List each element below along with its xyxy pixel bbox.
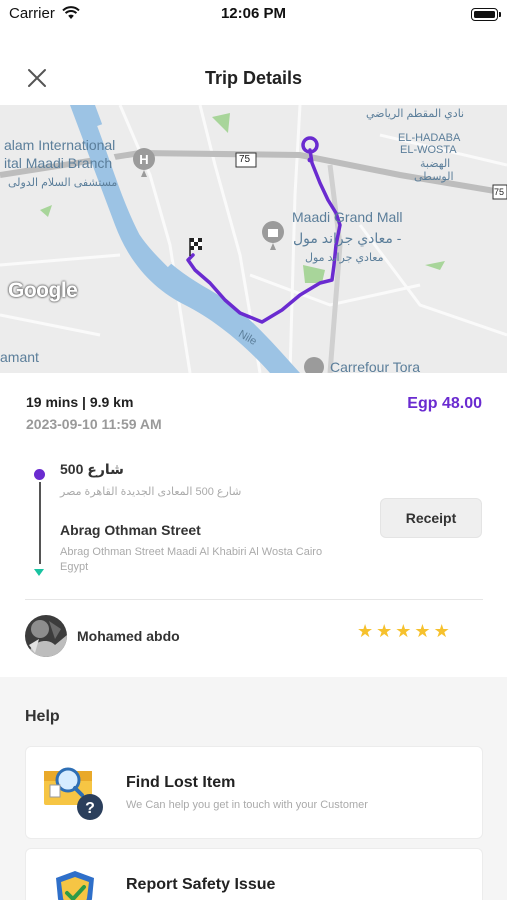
nav-bar: Trip Details [0,52,507,104]
page-title: Trip Details [204,68,303,88]
dropoff-address: Abrag Othman Street Maadi Al Khabiri Al … [60,546,323,573]
svg-text:?: ? [85,800,95,817]
trip-datetime: 2023-09-10 11:59 AM [26,416,162,432]
find-lost-item-title: Find Lost Item [126,774,236,791]
help-section: Help ? Find Lost Item We Can help you ge… [0,677,507,900]
map-label-mall-ar-2: معادي جراند مول [305,252,384,264]
map-label-carrefour: Carrefour Tora [330,359,421,373]
map-label-hadaba-ar: الهضبة [420,158,451,170]
lost-item-icon: ? [44,767,103,820]
map-label-mall-ar: معادي جراند مول - [293,230,402,246]
road-badge-75-east: 75 [494,187,505,197]
dropoff-name: Abrag Othman Street [60,522,201,538]
star-icon: ★ [376,621,393,641]
safety-shield-icon [56,871,94,900]
divider [25,599,483,600]
map-label-amant: amant [0,349,39,365]
pickup-name: شارع 500 [60,461,124,477]
map-label-hospital-branch: ital Maadi Branch [4,155,113,171]
map-label-hospital: alam International [4,137,116,153]
status-time: 12:06 PM [220,5,287,22]
battery-icon [471,8,501,21]
driver-name: Mohamed abdo [77,628,180,644]
receipt-button[interactable]: Receipt [380,498,482,538]
star-icon: ★ [433,621,450,641]
road-badge-75: 75 [239,154,251,165]
driver-rating: ★ ★ ★ ★ ★ [357,621,450,641]
map-label-hospital-ar: مستشفى السلام الدولى [8,177,118,189]
map-label-hadaba: EL-HADABA [398,132,461,144]
dropoff-stop: Abrag Othman Street Abrag Othman Street … [60,522,330,575]
help-title: Help [25,708,60,725]
driver-avatar [25,615,67,657]
map-label-club-ar: نادي المقطم الرياضي [366,108,465,120]
map-label-wosta: EL-WOSTA [400,144,457,156]
trip-map[interactable]: H alam International ital Maadi Branch م… [0,105,507,373]
star-icon: ★ [395,621,412,641]
report-safety-issue-card[interactable]: Report Safety Issue [25,848,483,900]
google-logo: Google [8,279,78,302]
star-icon: ★ [414,621,431,641]
trip-duration-distance: 19 mins | 9.9 km [26,394,134,410]
pickup-dot-icon [34,469,45,480]
dropoff-marker-icon [34,569,44,576]
find-lost-item-card[interactable]: ? Find Lost Item We Can help you get in … [25,746,483,839]
status-bar: Carrier 12:06 PM [0,0,507,30]
pickup-address: شارع 500 المعادى الجديدة القاهرة مصر [60,486,242,498]
report-safety-issue-title: Report Safety Issue [126,876,276,893]
route-connector [39,482,41,564]
star-icon: ★ [357,621,374,641]
trip-price: Egp 48.00 [407,395,482,412]
find-lost-item-subtitle: We Can help you get in touch with your C… [126,799,368,811]
map-label-mall: Maadi Grand Mall [292,209,403,225]
pickup-stop: شارع 500 شارع 500 المعادى الجديدة القاهر… [60,461,330,500]
svg-text:H: H [139,152,148,167]
map-label-wosta-ar: الوسطى [414,171,454,183]
